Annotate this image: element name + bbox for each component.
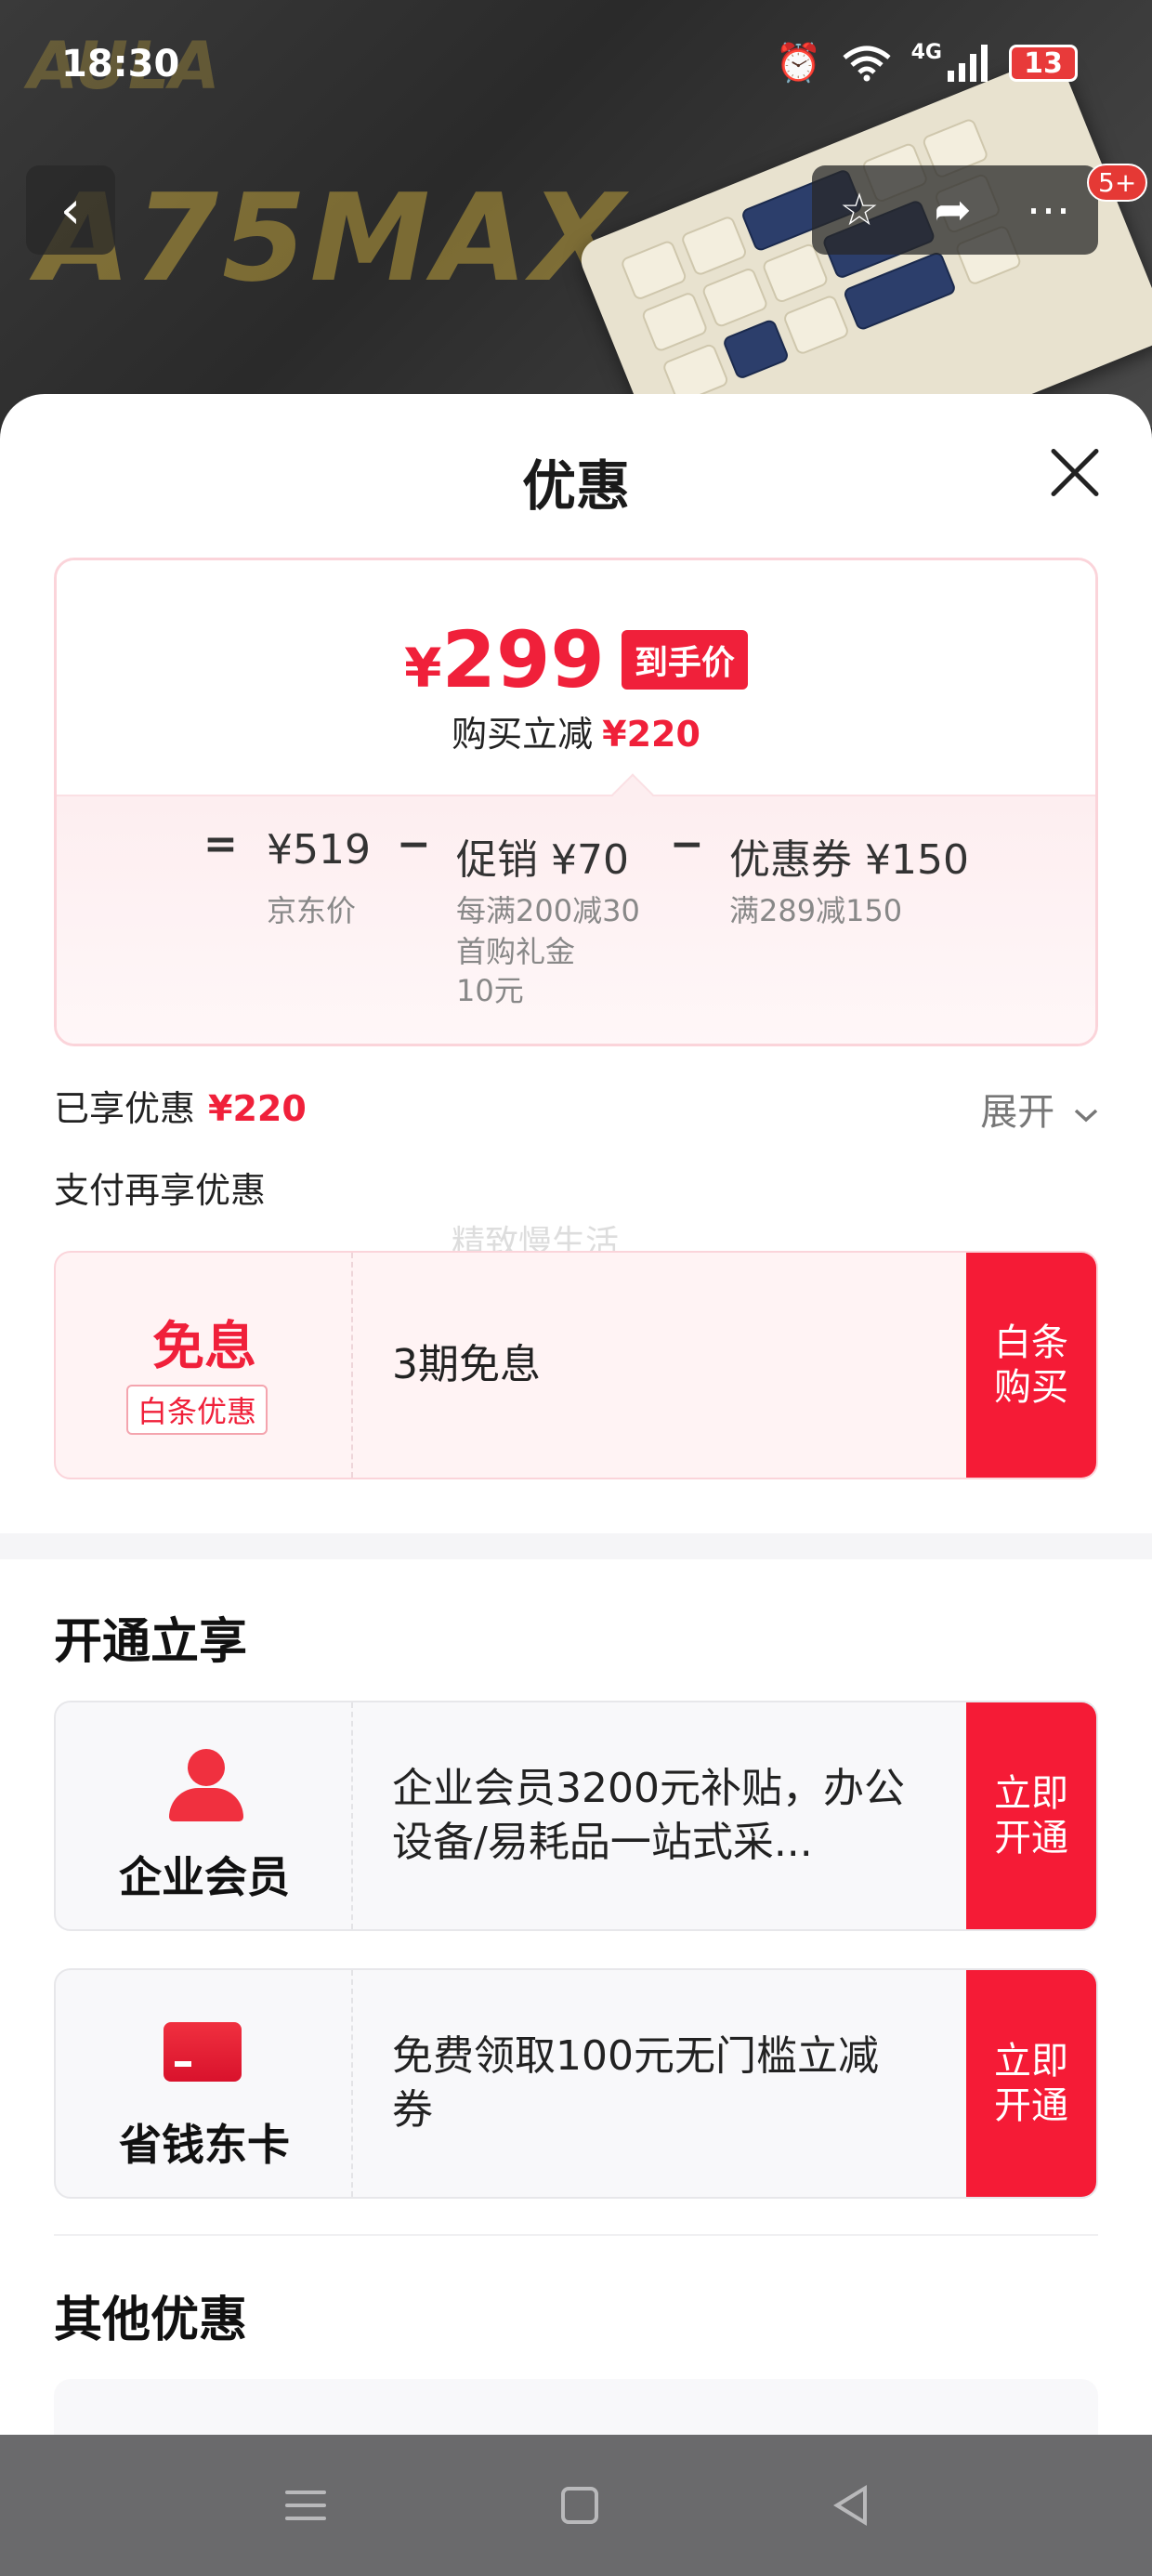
instant-reduction: 购买立减 ¥220 [452, 714, 700, 755]
enterprise-member-open-button[interactable]: 立即 开通 [966, 1702, 1096, 1929]
product-model-watermark: A75MAX [37, 167, 628, 309]
menu-icon[interactable] [284, 2487, 326, 2524]
notification-badge: 5+ [1087, 164, 1148, 202]
top-action-group: ☆ ➦ ⋯ [812, 165, 1098, 255]
other-offer-card[interactable] [54, 2379, 1098, 2435]
signal-icon [948, 45, 988, 82]
equals-sign: = [203, 821, 238, 868]
dongka-desc: 免费领取100元无门槛立减券 [392, 2032, 879, 2134]
more-icon[interactable]: ⋯ [1027, 184, 1071, 236]
discount-sheet: 优惠 ¥299 到手价 购买立减 ¥220 = ¥519 京东价 − 促销 ¥70… [0, 394, 1152, 2435]
open-section-title: 开通立享 [54, 1614, 248, 1670]
dongka-card[interactable]: 省钱东卡 免费领取100元无门槛立减券 立即 开通 [54, 1968, 1098, 2199]
coupon-value: 优惠券 ¥150 [729, 836, 969, 884]
enterprise-member-label: 企业会员 [119, 1852, 290, 1902]
coupon-rule: 满289减150 [729, 893, 903, 928]
close-icon[interactable] [1046, 444, 1102, 500]
chevron-left-icon: ‹ [59, 179, 82, 241]
chevron-down-icon [1074, 1109, 1098, 1123]
back-triangle-icon[interactable] [833, 2485, 868, 2526]
other-section-title: 其他优惠 [54, 2293, 248, 2348]
baitiao-buy-button[interactable]: 白条 购买 [966, 1253, 1096, 1478]
section-divider [0, 1533, 1152, 1559]
dongka-label: 省钱东卡 [119, 2120, 290, 2170]
card-icon [164, 2022, 242, 2082]
wifi-icon [843, 46, 891, 82]
alarm-icon: ⏰ [775, 42, 822, 85]
status-icons: ⏰ 4G 13 [776, 41, 1078, 85]
minus-sign: − [397, 821, 431, 868]
battery-icon: 13 [1009, 45, 1078, 82]
enterprise-member-desc: 企业会员3200元补贴，办公设备/易耗品一站式采... [392, 1765, 905, 1866]
expand-button[interactable]: 展开 [980, 1082, 1100, 1136]
enjoyed-discount: 已享优惠 ¥220 [54, 1088, 307, 1129]
jd-price-label: 京东价 [267, 893, 357, 928]
promo-value: 促销 ¥70 [456, 836, 629, 884]
promo-rule: 每满200减30 [456, 893, 640, 928]
price-breakdown-card: ¥299 到手价 购买立减 ¥220 = ¥519 京东价 − 促销 ¥70 每满… [54, 558, 1098, 1046]
baitiao-tag: 白条优惠 [126, 1385, 268, 1435]
interest-free-title: 免息 [152, 1317, 256, 1377]
status-time: 18:30 [61, 43, 180, 85]
first-buy-gift-amount: 10元 [456, 973, 524, 1008]
minus-sign: − [670, 821, 704, 868]
system-nav-bar [0, 2435, 1152, 2576]
enterprise-member-card[interactable]: 企业会员 企业会员3200元补贴，办公设备/易耗品一站式采... 立即 开通 [54, 1701, 1098, 1931]
section-divider [54, 2234, 1098, 2236]
jd-price-value: ¥519 [267, 826, 371, 874]
status-bar: 18:30 ⏰ 4G 13 [0, 0, 1152, 139]
final-price-row: ¥299 到手价 [57, 614, 1095, 705]
star-icon[interactable]: ☆ [839, 184, 879, 236]
sheet-title: 优惠 [521, 454, 630, 518]
network-type: 4G [910, 41, 942, 64]
final-price: ¥299 [404, 614, 605, 705]
share-icon[interactable]: ➦ [934, 184, 971, 236]
home-icon[interactable] [560, 2487, 598, 2524]
baitiao-desc: 3期免息 [392, 1341, 541, 1388]
first-buy-gift-label: 首购礼金 [456, 934, 576, 969]
person-icon [169, 1749, 243, 1823]
dongka-open-button[interactable]: 立即 开通 [966, 1970, 1096, 2197]
baitiao-offer-card[interactable]: 免息 白条优惠 3期免息 白条 购买 [54, 1251, 1098, 1479]
back-button[interactable]: ‹ [26, 165, 115, 255]
pay-more-discount-title: 支付再享优惠 [54, 1170, 267, 1211]
final-price-tag: 到手价 [621, 630, 748, 690]
